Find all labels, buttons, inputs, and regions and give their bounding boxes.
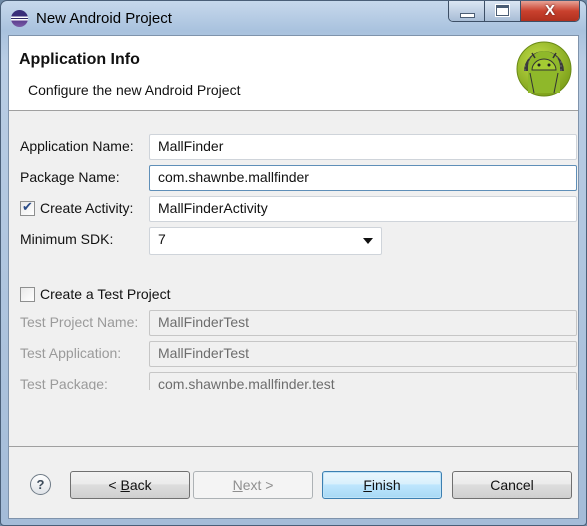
create-activity-label: Create Activity: xyxy=(40,200,134,216)
footer-divider xyxy=(9,446,578,447)
test-package-row: Test Package: com.shawnbe.mallfinder.tes… xyxy=(9,372,578,390)
finish-button[interactable]: Finish xyxy=(322,471,442,499)
test-package-value: com.shawnbe.mallfinder.test xyxy=(158,376,335,390)
page-description: Configure the new Android Project xyxy=(28,82,241,98)
create-test-project-checkbox[interactable] xyxy=(20,287,35,302)
dropdown-arrow-icon xyxy=(363,238,373,244)
minimum-sdk-select[interactable]: 7 xyxy=(149,227,382,255)
minimum-sdk-row: Minimum SDK: 7 xyxy=(9,227,578,255)
dialog-client-area: Application Info Configure the new Andro… xyxy=(8,35,579,519)
test-application-row: Test Application: MallFinderTest xyxy=(9,341,578,367)
test-application-value: MallFinderTest xyxy=(158,345,250,361)
maximize-icon xyxy=(496,5,509,16)
new-android-project-window: New Android Project X Application Info C… xyxy=(0,0,587,526)
back-button[interactable]: < Back xyxy=(70,471,190,499)
create-activity-row: ✔ Create Activity: MallFinderActivity xyxy=(9,196,578,222)
next-button[interactable]: Next > xyxy=(193,471,313,499)
finish-label-rest: inish xyxy=(371,477,401,493)
test-project-name-row: Test Project Name: MallFinderTest xyxy=(9,310,578,336)
create-activity-value: MallFinderActivity xyxy=(158,200,268,216)
back-label-rest: ack xyxy=(129,477,152,493)
application-name-label: Application Name: xyxy=(20,138,134,154)
page-title: Application Info xyxy=(19,51,140,68)
minimize-icon xyxy=(460,13,475,18)
test-package-label: Test Package: xyxy=(20,376,108,390)
package-name-row: Package Name: com.shawnbe.mallfinder xyxy=(9,165,578,191)
minimum-sdk-label: Minimum SDK: xyxy=(20,231,114,247)
checkmark-icon: ✔ xyxy=(22,199,33,214)
close-button[interactable]: X xyxy=(521,1,579,21)
maximize-button[interactable] xyxy=(485,1,521,21)
window-controls: X xyxy=(448,1,580,22)
create-test-project-label: Create a Test Project xyxy=(40,286,171,302)
title-bar[interactable]: New Android Project X xyxy=(1,1,586,35)
cancel-button[interactable]: Cancel xyxy=(452,471,572,499)
close-icon: X xyxy=(544,2,555,19)
test-package-field[interactable]: com.shawnbe.mallfinder.test xyxy=(149,372,577,390)
test-project-name-value: MallFinderTest xyxy=(158,314,250,330)
application-name-row: Application Name: MallFinder xyxy=(9,134,578,160)
application-name-value: MallFinder xyxy=(158,138,224,154)
test-application-field[interactable]: MallFinderTest xyxy=(149,341,577,367)
create-test-project-row: Create a Test Project xyxy=(9,282,578,308)
minimum-sdk-value: 7 xyxy=(158,231,166,247)
package-name-field[interactable]: com.shawnbe.mallfinder xyxy=(149,165,577,191)
test-application-label: Test Application: xyxy=(20,345,122,361)
wizard-header: Application Info Configure the new Andro… xyxy=(9,36,578,111)
help-icon[interactable]: ? xyxy=(30,474,51,495)
back-prefix: < xyxy=(108,477,121,493)
test-project-name-label: Test Project Name: xyxy=(20,314,139,330)
finish-mnemonic: F xyxy=(363,477,372,493)
eclipse-icon xyxy=(11,10,28,27)
android-logo-icon xyxy=(516,41,572,97)
next-mnemonic: N xyxy=(232,477,243,493)
package-name-label: Package Name: xyxy=(20,169,120,185)
application-name-field[interactable]: MallFinder xyxy=(149,134,577,160)
create-activity-field[interactable]: MallFinderActivity xyxy=(149,196,577,222)
next-label-rest: ext > xyxy=(242,477,274,493)
test-project-name-field[interactable]: MallFinderTest xyxy=(149,310,577,336)
back-mnemonic: B xyxy=(120,477,130,493)
package-name-value: com.shawnbe.mallfinder xyxy=(158,169,309,185)
window-title: New Android Project xyxy=(36,10,172,27)
create-activity-checkbox[interactable]: ✔ xyxy=(20,199,35,216)
minimize-button[interactable] xyxy=(449,1,485,21)
